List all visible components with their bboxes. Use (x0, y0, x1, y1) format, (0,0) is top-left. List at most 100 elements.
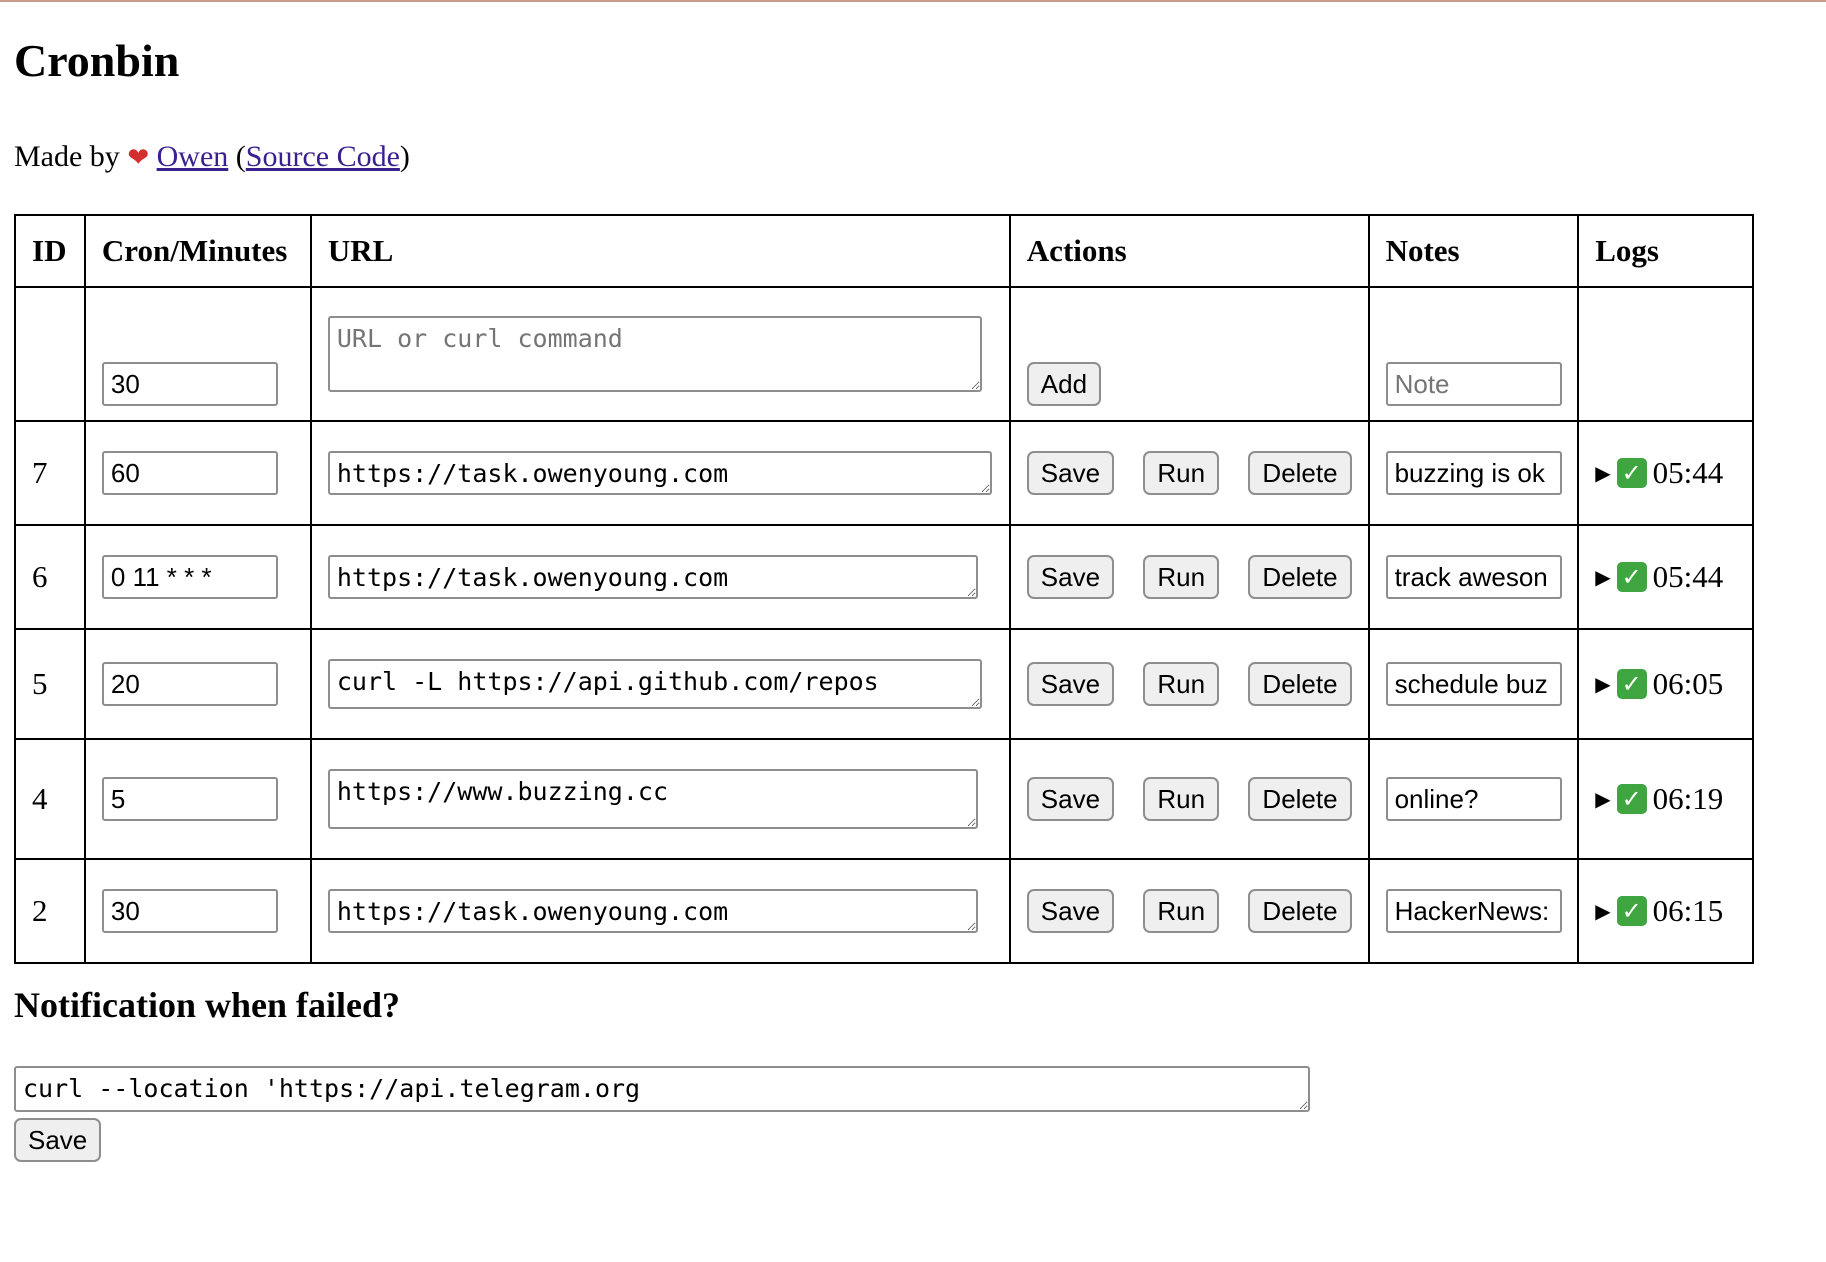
check-icon: ✓ (1616, 669, 1647, 699)
notification-save-button[interactable]: Save (14, 1118, 102, 1162)
row-actions-cell: Save Run Delete (1008, 858, 1370, 964)
table-row: 7 https://task.owenyoung.com Save Run De… (14, 420, 1754, 526)
row-note-cell (1367, 858, 1580, 964)
save-button[interactable]: Save (1026, 555, 1115, 599)
row-note-cell (1367, 628, 1580, 740)
row-id: 4 (14, 738, 86, 860)
made-by-line: Made by ❤ Owen (Source Code) (14, 140, 410, 174)
log-time: 06:15 (1652, 893, 1724, 928)
run-button[interactable]: Run (1143, 777, 1220, 821)
save-button[interactable]: Save (1026, 889, 1115, 933)
page-title: Cronbin (14, 35, 180, 86)
check-icon: ✓ (1616, 458, 1647, 488)
url-textarea[interactable]: https://www.buzzing.cc (327, 769, 978, 829)
check-icon: ✓ (1616, 896, 1647, 926)
author-link[interactable]: Owen (157, 140, 229, 173)
new-note-input[interactable] (1385, 362, 1562, 406)
note-input[interactable] (1385, 889, 1562, 933)
cron-input[interactable] (101, 451, 278, 495)
cron-input[interactable] (101, 662, 278, 706)
run-button[interactable]: Run (1143, 889, 1220, 933)
note-input[interactable] (1385, 662, 1562, 706)
expand-triangle-icon[interactable]: ▶ (1595, 672, 1610, 697)
row-note-cell (1367, 524, 1580, 630)
save-button[interactable]: Save (1026, 777, 1115, 821)
notification-heading: Notification when failed? (14, 985, 400, 1025)
cron-input[interactable] (101, 889, 278, 933)
row-logs-cell[interactable]: ▶ ✓ 06:19 (1577, 738, 1754, 860)
row-id: 2 (14, 858, 86, 964)
paren-open: ( (235, 140, 246, 173)
note-input[interactable] (1385, 777, 1562, 821)
run-button[interactable]: Run (1143, 662, 1220, 706)
check-icon: ✓ (1616, 562, 1647, 592)
log-summary[interactable]: ▶ ✓ 06:05 (1595, 666, 1736, 702)
run-button[interactable]: Run (1143, 555, 1220, 599)
check-icon: ✓ (1616, 784, 1647, 814)
new-url-textarea[interactable] (327, 316, 982, 392)
new-cron-cell (83, 286, 312, 422)
row-url-cell: curl -L https://api.github.com/repos (309, 628, 1011, 740)
cron-input[interactable] (101, 777, 278, 821)
url-textarea[interactable]: https://task.owenyoung.com (327, 555, 978, 599)
delete-button[interactable]: Delete (1248, 662, 1352, 706)
row-cron-cell (83, 420, 312, 526)
jobs-table: ID Cron/Minutes URL Actions Notes Logs A… (14, 214, 1754, 964)
expand-triangle-icon[interactable]: ▶ (1595, 787, 1610, 812)
row-actions-cell: Save Run Delete (1008, 420, 1370, 526)
row-id: 6 (14, 524, 86, 630)
table-header-row: ID Cron/Minutes URL Actions Notes Logs (14, 214, 1754, 288)
new-cron-input[interactable] (101, 362, 278, 406)
row-actions-cell: Save Run Delete (1008, 628, 1370, 740)
source-code-link[interactable]: Source Code (246, 140, 400, 173)
row-actions: Save Run Delete (1026, 889, 1352, 933)
new-url-cell (309, 286, 1011, 422)
table-row: 6 https://task.owenyoung.com Save Run De… (14, 524, 1754, 630)
log-summary[interactable]: ▶ ✓ 06:19 (1595, 781, 1736, 817)
url-textarea[interactable]: https://task.owenyoung.com (327, 451, 992, 495)
notification-command-textarea[interactable]: curl --location 'https://api.telegram.or… (14, 1066, 1310, 1112)
run-button[interactable]: Run (1143, 451, 1220, 495)
log-summary[interactable]: ▶ ✓ 05:44 (1595, 455, 1736, 491)
table-row: 5 curl -L https://api.github.com/repos S… (14, 628, 1754, 740)
new-logs-cell (1577, 286, 1754, 422)
header-url: URL (309, 214, 1011, 288)
note-input[interactable] (1385, 451, 1562, 495)
new-id-cell (14, 286, 86, 422)
expand-triangle-icon[interactable]: ▶ (1595, 461, 1610, 486)
log-summary[interactable]: ▶ ✓ 05:44 (1595, 559, 1736, 595)
row-id: 5 (14, 628, 86, 740)
row-cron-cell (83, 628, 312, 740)
log-time: 05:44 (1652, 455, 1724, 490)
new-job-row: Add (14, 286, 1754, 422)
delete-button[interactable]: Delete (1248, 451, 1352, 495)
expand-triangle-icon[interactable]: ▶ (1595, 899, 1610, 924)
row-cron-cell (83, 738, 312, 860)
table-row: 2 https://task.owenyoung.com Save Run De… (14, 858, 1754, 964)
url-textarea[interactable]: https://task.owenyoung.com (327, 889, 978, 933)
row-logs-cell[interactable]: ▶ ✓ 05:44 (1577, 420, 1754, 526)
url-textarea[interactable]: curl -L https://api.github.com/repos (327, 659, 982, 709)
header-notes: Notes (1367, 214, 1580, 288)
header-logs: Logs (1577, 214, 1754, 288)
log-summary[interactable]: ▶ ✓ 06:15 (1595, 893, 1736, 929)
delete-button[interactable]: Delete (1248, 555, 1352, 599)
delete-button[interactable]: Delete (1248, 889, 1352, 933)
row-logs-cell[interactable]: ▶ ✓ 06:15 (1577, 858, 1754, 964)
add-button[interactable]: Add (1026, 362, 1102, 406)
row-url-cell: https://task.owenyoung.com (309, 420, 1011, 526)
cron-input[interactable] (101, 555, 278, 599)
delete-button[interactable]: Delete (1248, 777, 1352, 821)
new-note-cell (1367, 286, 1580, 422)
row-logs-cell[interactable]: ▶ ✓ 05:44 (1577, 524, 1754, 630)
note-input[interactable] (1385, 555, 1562, 599)
row-note-cell (1367, 420, 1580, 526)
save-button[interactable]: Save (1026, 451, 1115, 495)
row-logs-cell[interactable]: ▶ ✓ 06:05 (1577, 628, 1754, 740)
row-actions-cell: Save Run Delete (1008, 524, 1370, 630)
expand-triangle-icon[interactable]: ▶ (1595, 565, 1610, 590)
made-by-prefix: Made by (14, 140, 120, 173)
header-actions: Actions (1008, 214, 1370, 288)
save-button[interactable]: Save (1026, 662, 1115, 706)
row-actions: Save Run Delete (1026, 662, 1352, 706)
